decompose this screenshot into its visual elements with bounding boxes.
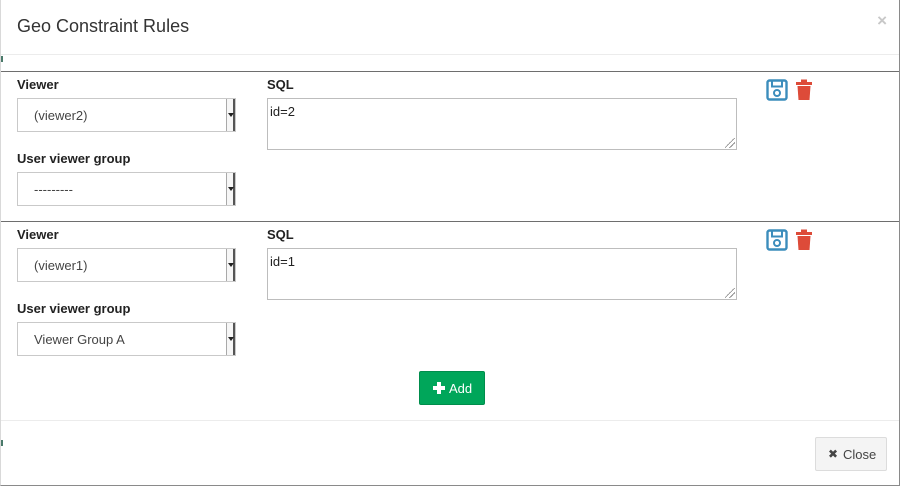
user-viewer-group-value: Viewer Group A [34,332,125,347]
chevron-down-icon [226,99,235,131]
sql-textarea[interactable]: id=2 [267,98,737,150]
rule-row: Viewer (viewer1) SQL id=1 User viewer gr… [1,221,899,371]
user-viewer-group-label: User viewer group [17,301,131,316]
viewer-select-value: (viewer2) [34,108,88,123]
chevron-down-icon [226,249,235,281]
close-button-label: Close [843,447,877,462]
save-icon[interactable] [766,79,788,101]
geo-constraint-rules-modal: Geo Constraint Rules × Viewer (viewer2) … [0,0,900,486]
user-viewer-group-label: User viewer group [17,151,131,166]
viewer-select[interactable]: (viewer2) [17,98,236,132]
trash-icon[interactable] [795,79,813,101]
add-button-label: Add [449,381,473,396]
modal-footer: ✖ Close [1,420,899,485]
user-viewer-group-select[interactable]: --------- [17,172,236,206]
close-button[interactable]: ✖ Close [815,437,887,471]
user-viewer-group-select[interactable]: Viewer Group A [17,322,236,356]
viewer-label: Viewer [17,77,59,92]
resize-grip-icon[interactable] [725,138,735,148]
trash-icon[interactable] [795,229,813,251]
add-rule-button[interactable]: Add [419,371,485,405]
save-icon[interactable] [766,229,788,251]
times-icon: ✖ [828,447,839,461]
viewer-label: Viewer [17,227,59,242]
sql-label: SQL [267,77,294,92]
sql-value: id=2 [270,104,295,119]
edge-marker [1,56,3,62]
resize-grip-icon[interactable] [725,288,735,298]
sql-textarea[interactable]: id=1 [267,248,737,300]
user-viewer-group-value: --------- [34,182,73,197]
sql-value: id=1 [270,254,295,269]
sql-label: SQL [267,227,294,242]
viewer-select[interactable]: (viewer1) [17,248,236,282]
viewer-select-value: (viewer1) [34,258,88,273]
rule-row: Viewer (viewer2) SQL id=2 User viewer gr… [1,71,899,221]
close-icon[interactable]: × [877,12,887,29]
chevron-down-icon [226,173,235,205]
modal-title: Geo Constraint Rules [17,16,190,36]
plus-icon [433,382,445,394]
modal-header: Geo Constraint Rules × [1,0,899,55]
chevron-down-icon [226,323,235,355]
